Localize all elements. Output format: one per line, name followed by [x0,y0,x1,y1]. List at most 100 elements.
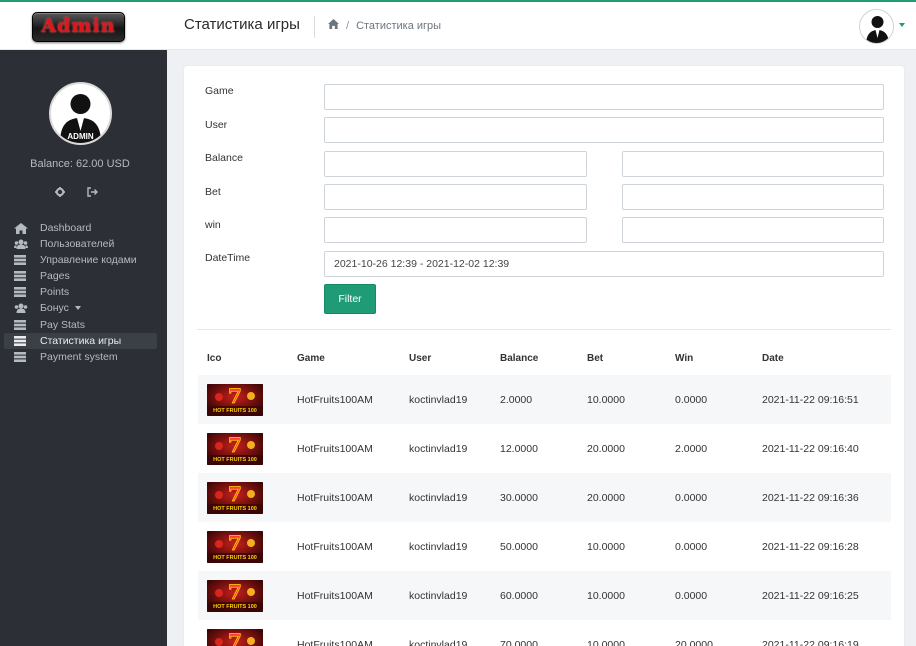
bet-min-input[interactable] [324,184,587,210]
game-cell: HotFruits100AM [297,638,373,646]
sidebar-item-dashboard[interactable]: Dashboard [4,220,157,236]
server-icon [14,335,28,346]
card-divider [197,329,891,330]
table-row[interactable]: 7HOT FRUITS 100 HotFruits100AM koctinvlad1… [198,473,891,522]
thumb-caption: HOT FRUITS 100 [213,457,257,463]
col-game[interactable]: Game [297,348,325,368]
top-header: Admin Статистика игры / Статистика игры [0,2,916,50]
table-header: Ico Game User Balance Bet Win Date [198,348,891,368]
users-icon [14,303,28,314]
sidebar-item-payment-system[interactable]: Payment system [4,349,157,365]
sidebar-item-label: Pages [40,270,70,283]
sidebar-item-pay-stats[interactable]: Pay Stats [4,317,157,333]
col-bet[interactable]: Bet [587,348,603,368]
game-icon-cell: 7HOT FRUITS 100 [207,375,263,424]
server-icon [14,351,28,362]
bet-cell: 10.0000 [587,540,625,553]
win-cell: 0.0000 [675,540,708,553]
server-icon [14,319,28,330]
sidebar-item-label: Dashboard [40,222,92,234]
admin-logo[interactable]: Admin [32,12,125,42]
game-thumbnail: 7HOT FRUITS 100 [207,432,263,465]
sidebar-item-label: Управление кодами [40,254,137,267]
col-ico[interactable]: Ico [207,348,221,368]
game-icon-cell: 7HOT FRUITS 100 [207,424,263,473]
server-icon [14,255,28,266]
svg-text:7: 7 [228,433,242,457]
col-user[interactable]: User [409,348,431,368]
svg-text:7: 7 [228,384,242,408]
bet-cell: 20.0000 [587,491,625,504]
sidebar-item-label: Pay Stats [40,318,85,331]
date-cell: 2021-11-22 09:16:28 [762,540,859,553]
game-input[interactable] [324,84,884,110]
sidebar-item-points[interactable]: Points [4,284,157,300]
sidebar-item-game-stats[interactable]: Статистика игры [4,332,157,349]
table-row[interactable]: 7HOT FRUITS 100 HotFruits100AM koctinvlad1… [198,522,891,571]
breadcrumb-separator: / [346,19,350,32]
user-cell: koctinvlad19 [409,393,468,406]
game-thumbnail: 7HOT FRUITS 100 [207,579,263,612]
game-icon-cell: 7HOT FRUITS 100 [207,473,263,522]
caret-down-icon [74,306,81,311]
col-date[interactable]: Date [762,348,784,368]
chevron-down-icon[interactable] [899,23,905,27]
win-min-input[interactable] [324,217,587,243]
balance-min-input[interactable] [324,151,587,177]
sidebar-actions [55,184,98,202]
sign-out-icon[interactable] [87,184,98,202]
sidebar: ADMIN Balance: 62.00 USD Dashboard Польз… [0,50,167,646]
col-balance[interactable]: Balance [500,348,538,368]
date-cell: 2021-11-22 09:16:19 [762,638,859,646]
table-row[interactable]: 7HOT FRUITS 100 HotFruits100AM koctinvlad1… [198,571,891,620]
sidebar-item-label: Статистика игры [40,334,122,347]
user-cell: koctinvlad19 [409,638,468,646]
avatar-label: ADMIN [67,132,93,141]
sidebar-item-label: Payment system [40,350,118,363]
game-thumbnail: 7HOT FRUITS 100 [207,628,263,646]
sidebar-item-codes[interactable]: Управление кодами [4,252,157,268]
game-thumbnail: 7HOT FRUITS 100 [207,530,263,563]
home-icon [14,223,28,234]
sidebar-item-bonus[interactable]: Бонус [4,300,157,316]
table-row[interactable]: 7HOT FRUITS 100 HotFruits100AM koctinvlad1… [198,375,891,424]
breadcrumb: / Статистика игры [328,19,441,32]
user-input[interactable] [324,117,884,143]
thumb-caption: HOT FRUITS 100 [213,604,257,610]
win-cell: 0.0000 [675,393,708,406]
date-cell: 2021-11-22 09:16:40 [762,442,859,455]
game-cell: HotFruits100AM [297,540,373,553]
table-row[interactable]: 7HOT FRUITS 100 HotFruits100AM koctinvlad1… [198,620,891,646]
bet-max-input[interactable] [622,184,884,210]
balance-cell: 12.0000 [500,442,538,455]
filter-button[interactable]: Filter [324,284,376,314]
header-divider [314,16,315,38]
svg-text:7: 7 [228,629,242,646]
sidebar-item-pages[interactable]: Pages [4,268,157,284]
win-max-input[interactable] [622,217,884,243]
user-cell: koctinvlad19 [409,540,468,553]
bet-cell: 10.0000 [587,638,625,646]
win-cell: 2.0000 [675,442,708,455]
datetime-range-input[interactable]: 2021-10-26 12:39 - 2021-12-02 12:39 [324,251,884,277]
table-row[interactable]: 7HOT FRUITS 100 HotFruits100AM koctinvlad1… [198,424,891,473]
home-icon[interactable] [328,19,339,32]
svg-text:7: 7 [228,531,242,555]
bet-cell: 10.0000 [587,589,625,602]
bet-cell: 20.0000 [587,442,625,455]
thumb-caption: HOT FRUITS 100 [213,555,257,561]
game-cell: HotFruits100AM [297,393,373,406]
server-icon [14,287,28,298]
user-label: User [205,119,228,131]
sidebar-menu: Dashboard Пользователей Управление кодам… [4,220,157,365]
user-cell: koctinvlad19 [409,442,468,455]
sidebar-item-users[interactable]: Пользователей [4,236,157,252]
balance-max-input[interactable] [622,151,884,177]
game-thumbnail: 7HOT FRUITS 100 [207,481,263,514]
gear-icon[interactable] [55,184,65,202]
user-avatar[interactable] [859,9,894,44]
users-icon [14,239,28,250]
game-thumbnail: 7HOT FRUITS 100 [207,383,263,416]
thumb-caption: HOT FRUITS 100 [213,408,257,414]
col-win[interactable]: Win [675,348,693,368]
